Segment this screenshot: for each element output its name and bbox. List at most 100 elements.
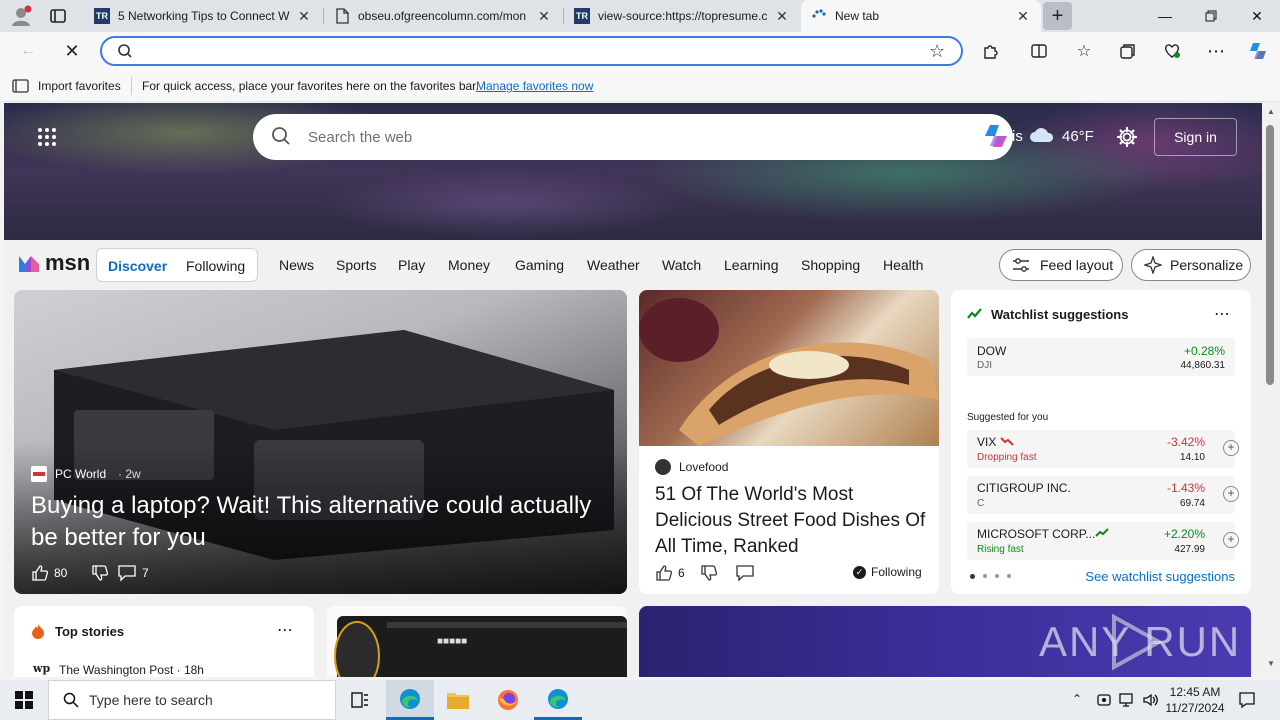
- profile-icon[interactable]: [8, 4, 34, 28]
- tab-networking-tips[interactable]: TR 5 Networking Tips to Connect Wi ✕: [84, 0, 322, 32]
- svg-text:■■■■■: ■■■■■: [437, 636, 467, 647]
- minimize-button[interactable]: —: [1142, 0, 1188, 32]
- add-to-watchlist-button[interactable]: +: [1223, 532, 1239, 548]
- scroll-down-icon[interactable]: ▼: [1267, 659, 1275, 668]
- comment-icon[interactable]: [735, 564, 755, 585]
- nav-gaming[interactable]: Gaming: [515, 257, 564, 273]
- thumbs-down-icon[interactable]: [700, 564, 718, 585]
- more-options-icon[interactable]: ⋯: [1202, 37, 1230, 65]
- split-screen-icon[interactable]: [1025, 37, 1053, 65]
- thumbs-up-icon: [32, 565, 49, 581]
- more-options-icon[interactable]: ⋯: [277, 620, 293, 640]
- restore-button[interactable]: [1188, 0, 1234, 32]
- close-window-button[interactable]: ✕: [1234, 0, 1280, 32]
- close-tab-icon[interactable]: ✕: [536, 8, 552, 25]
- food-article-title[interactable]: 51 Of The World's Most Delicious Street …: [655, 482, 930, 560]
- scroll-up-icon[interactable]: ▲: [1267, 107, 1275, 116]
- stock-row-microsoft[interactable]: MICROSOFT CORP... Rising fast +2.20% 427…: [967, 522, 1239, 560]
- hero-article-card[interactable]: PC World · 2w Buying a laptop? Wait! Thi…: [14, 290, 627, 594]
- tab-discover[interactable]: Discover: [108, 258, 167, 274]
- web-search-box[interactable]: Search the web: [253, 114, 1013, 160]
- back-icon[interactable]: ←: [14, 37, 42, 65]
- notifications-icon[interactable]: [1238, 691, 1256, 712]
- personalize-button[interactable]: Personalize: [1131, 249, 1251, 281]
- clock[interactable]: 12:45 AM 11/27/2024: [1164, 684, 1226, 716]
- msn-logo[interactable]: msn: [16, 250, 90, 276]
- copilot-icon[interactable]: [1244, 37, 1272, 65]
- settings-gear-icon[interactable]: [1116, 126, 1138, 151]
- promo-card[interactable]: ANY RUN: [639, 606, 1251, 677]
- edge-taskbar-icon[interactable]: [386, 680, 434, 720]
- see-watchlist-link[interactable]: See watchlist suggestions: [1085, 569, 1235, 584]
- nav-learning[interactable]: Learning: [724, 257, 779, 273]
- task-view-icon[interactable]: [336, 680, 384, 720]
- close-tab-icon[interactable]: ✕: [774, 8, 790, 25]
- manage-favorites-link[interactable]: Manage favorites now: [476, 79, 593, 93]
- edge-taskbar-icon-2[interactable]: [534, 680, 582, 720]
- meet-now-icon[interactable]: [1096, 692, 1112, 711]
- camera-article-card[interactable]: ■■■■■: [327, 606, 627, 677]
- nav-health[interactable]: Health: [883, 257, 923, 273]
- network-icon[interactable]: [1118, 692, 1136, 711]
- nav-play[interactable]: Play: [398, 257, 425, 273]
- file-explorer-icon[interactable]: [434, 680, 482, 720]
- hero-article-title[interactable]: Buying a laptop? Wait! This alternative …: [31, 490, 621, 554]
- tab-title: 5 Networking Tips to Connect Wi: [118, 9, 290, 23]
- stock-row-vix[interactable]: VIX Dropping fast -3.42% 14.10 +: [967, 430, 1239, 468]
- tab-obseu[interactable]: obseu.ofgreencolumn.com/mon ✕: [324, 0, 562, 32]
- cloud-weather-icon[interactable]: [1028, 125, 1056, 148]
- weather-temp[interactable]: 46°F: [1062, 128, 1094, 145]
- sign-in-button[interactable]: Sign in: [1154, 118, 1237, 156]
- add-favorite-star-icon[interactable]: ☆: [929, 41, 945, 62]
- extensions-icon[interactable]: [977, 37, 1005, 65]
- following-badge[interactable]: ✓ Following: [853, 565, 922, 579]
- nav-news[interactable]: News: [279, 257, 314, 273]
- copilot-search-icon[interactable]: [981, 121, 1011, 154]
- new-tab-button[interactable]: +: [1043, 2, 1072, 30]
- favorites-icon[interactable]: ☆: [1070, 37, 1098, 65]
- scrollbar-thumb[interactable]: [1266, 125, 1274, 385]
- tab-view-source[interactable]: TR view-source:https://topresume.c ✕: [564, 0, 800, 32]
- feed-layout-button[interactable]: Feed layout: [999, 249, 1123, 281]
- tab-actions-icon[interactable]: [48, 7, 68, 25]
- food-article-card[interactable]: Lovefood 51 Of The World's Most Deliciou…: [639, 290, 939, 594]
- nav-sports[interactable]: Sports: [336, 257, 376, 273]
- close-tab-icon[interactable]: ✕: [1015, 8, 1031, 25]
- page-scrollbar[interactable]: ▲ ▼: [1262, 103, 1280, 677]
- nav-shopping[interactable]: Shopping: [801, 257, 860, 273]
- nav-money[interactable]: Money: [448, 257, 490, 273]
- weather-city[interactable]: is: [1012, 128, 1023, 145]
- street-food-image: [639, 290, 939, 446]
- index-row-dow[interactable]: DOW DJI +0.28% 44,860.31: [967, 338, 1235, 376]
- volume-icon[interactable]: [1142, 692, 1160, 711]
- apps-launcher-icon[interactable]: [37, 127, 57, 150]
- stock-row-citigroup[interactable]: CITIGROUP INC. C -1.43% 69.74 +: [967, 476, 1239, 514]
- watchlist-title: Watchlist suggestions: [991, 307, 1129, 322]
- carousel-dots[interactable]: [970, 574, 1011, 579]
- firefox-icon[interactable]: [484, 680, 532, 720]
- close-tab-icon[interactable]: ✕: [296, 8, 312, 25]
- tab-new-tab[interactable]: New tab ✕: [801, 0, 1041, 32]
- stock-symbol: C: [977, 498, 985, 509]
- sliders-icon: [1013, 258, 1029, 272]
- add-to-watchlist-button[interactable]: +: [1223, 486, 1239, 502]
- add-to-watchlist-button[interactable]: +: [1223, 440, 1239, 456]
- show-hidden-icons-icon[interactable]: ⌃: [1072, 692, 1082, 706]
- like-button[interactable]: 6: [655, 564, 685, 582]
- nav-weather[interactable]: Weather: [587, 257, 640, 273]
- top-stories-card: Top stories ⋯ wp The Washington Post · 1…: [14, 606, 314, 677]
- nav-watch[interactable]: Watch: [662, 257, 701, 273]
- collections-icon[interactable]: [1114, 37, 1142, 65]
- more-options-icon[interactable]: ⋯: [1214, 304, 1230, 324]
- import-favorites-button[interactable]: Import favorites: [12, 78, 121, 94]
- stop-loading-icon[interactable]: ✕: [58, 37, 86, 65]
- thumbs-down-icon[interactable]: [91, 564, 109, 585]
- loading-spinner-icon: [811, 8, 827, 24]
- like-button[interactable]: 80: [31, 564, 67, 582]
- tab-following[interactable]: Following: [186, 258, 245, 274]
- address-bar[interactable]: ☆: [100, 36, 963, 66]
- taskbar-search-box[interactable]: Type here to search: [48, 680, 336, 720]
- comments-button[interactable]: 7: [117, 564, 149, 582]
- start-button[interactable]: [0, 680, 48, 720]
- browser-essentials-icon[interactable]: [1158, 37, 1186, 65]
